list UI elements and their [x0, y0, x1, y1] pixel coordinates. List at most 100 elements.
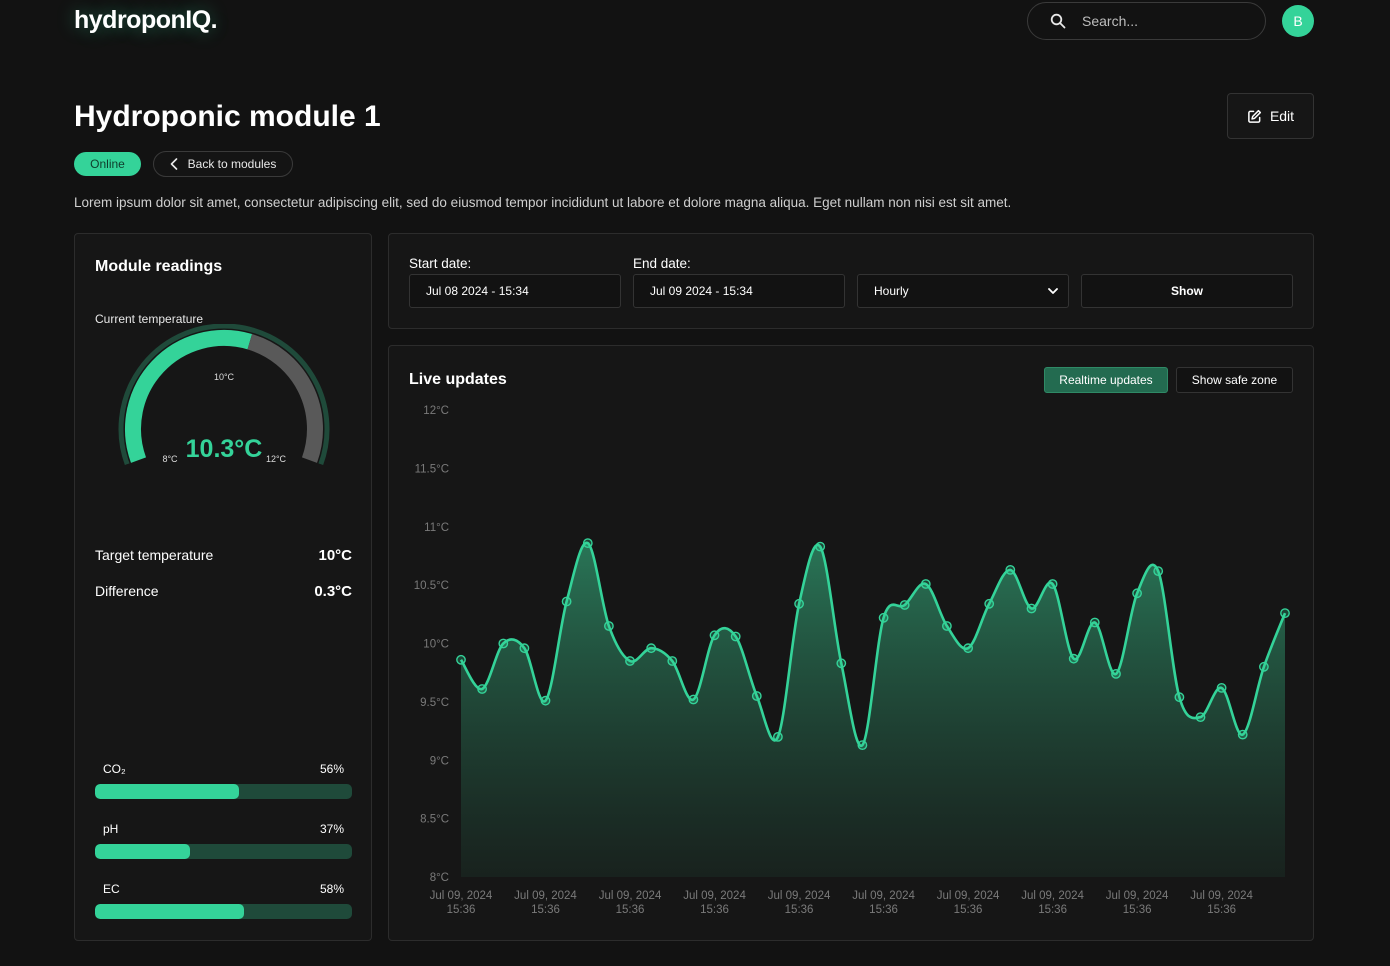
- data-point[interactable]: [1153, 566, 1164, 577]
- target-temperature-label: Target temperature: [95, 547, 214, 563]
- gauge-max-label: 12°C: [266, 454, 287, 464]
- data-point[interactable]: [709, 630, 720, 641]
- data-point[interactable]: [815, 541, 826, 552]
- data-point[interactable]: [456, 654, 466, 665]
- end-date-label: End date:: [633, 256, 691, 271]
- data-point[interactable]: [1089, 617, 1100, 628]
- search-input[interactable]: [1082, 13, 1242, 29]
- data-point[interactable]: [498, 638, 509, 649]
- interval-select[interactable]: Hourly: [857, 274, 1069, 308]
- co2-meter: CO₂ 56%: [95, 762, 352, 799]
- x-tick-date-label: Jul 09, 2024: [599, 890, 662, 902]
- ph-label: pH: [103, 822, 119, 836]
- status-badge: Online: [74, 152, 141, 176]
- data-point[interactable]: [688, 694, 699, 705]
- data-point[interactable]: [1068, 653, 1079, 664]
- data-point[interactable]: [794, 598, 804, 609]
- x-tick-date-label: Jul 09, 2024: [937, 890, 1000, 902]
- ec-meter: EC 58%: [95, 882, 352, 919]
- target-temperature-value: 10°C: [318, 547, 352, 564]
- data-point[interactable]: [519, 643, 530, 654]
- data-point[interactable]: [1216, 682, 1227, 693]
- x-tick-time-label: 15:36: [785, 904, 814, 916]
- data-point[interactable]: [1111, 668, 1121, 679]
- data-point[interactable]: [667, 656, 678, 666]
- data-point[interactable]: [857, 740, 868, 750]
- data-point[interactable]: [899, 600, 910, 610]
- y-tick-label: 11°C: [424, 522, 449, 534]
- data-point[interactable]: [1026, 603, 1037, 614]
- data-point[interactable]: [1174, 692, 1185, 703]
- back-button-label: Back to modules: [187, 157, 277, 171]
- search-icon: [1050, 13, 1066, 29]
- edit-button[interactable]: Edit: [1227, 93, 1314, 139]
- data-point[interactable]: [603, 621, 614, 631]
- data-point[interactable]: [540, 695, 551, 706]
- data-point[interactable]: [751, 691, 762, 701]
- data-point[interactable]: [730, 631, 741, 642]
- module-readings-title: Module readings: [95, 258, 223, 275]
- data-point[interactable]: [625, 656, 635, 666]
- data-point[interactable]: [561, 596, 572, 607]
- gauge-mid-label: 10°C: [214, 372, 235, 382]
- show-button[interactable]: Show: [1081, 274, 1293, 308]
- gauge-min-label: 8°C: [162, 454, 178, 464]
- start-date-label: Start date:: [409, 256, 472, 271]
- x-tick-time-label: 15:36: [616, 904, 645, 916]
- live-updates-card: Live updates Realtime updates Show safe …: [388, 345, 1314, 941]
- x-tick-time-label: 15:36: [531, 904, 560, 916]
- x-tick-date-label: Jul 09, 2024: [514, 890, 577, 902]
- data-point[interactable]: [582, 538, 593, 549]
- co2-bar-fill: [95, 784, 239, 799]
- gauge-value: 10.3°C: [186, 435, 263, 463]
- target-temperature-row: Target temperature 10°C: [95, 547, 352, 564]
- data-point[interactable]: [646, 643, 657, 654]
- data-point[interactable]: [963, 643, 973, 654]
- x-tick-time-label: 15:36: [447, 904, 476, 916]
- y-tick-label: 12°C: [423, 405, 449, 417]
- co2-label: CO₂: [103, 762, 126, 776]
- temperature-chart: 12°C 11.5°C 11°C 10.5°C 10°C 9.5°C 9°C 8.5°C 8°C…: [414, 405, 1290, 916]
- user-avatar[interactable]: B: [1282, 5, 1314, 37]
- data-point[interactable]: [1280, 608, 1290, 618]
- search-bar[interactable]: [1027, 2, 1266, 40]
- y-tick-label: 8.5°C: [420, 814, 449, 826]
- data-point[interactable]: [984, 598, 995, 609]
- temperature-gauge: 10°C 8°C 12°C 10.3°C: [118, 324, 330, 466]
- x-tick-time-label: 15:36: [700, 904, 729, 916]
- y-tick-label: 9.5°C: [420, 697, 449, 709]
- co2-bar-track: [95, 784, 352, 799]
- start-date-input[interactable]: Jul 08 2024 - 15:34: [409, 274, 621, 308]
- x-tick-time-label: 15:36: [869, 904, 898, 916]
- data-point[interactable]: [1237, 729, 1248, 740]
- edit-button-label: Edit: [1269, 108, 1295, 124]
- data-point[interactable]: [1195, 712, 1206, 722]
- difference-row: Difference 0.3°C: [95, 583, 352, 600]
- data-point[interactable]: [1132, 588, 1142, 599]
- x-tick-date-label: Jul 09, 2024: [1190, 890, 1253, 902]
- end-date-input[interactable]: Jul 09 2024 - 15:34: [633, 274, 845, 308]
- data-point[interactable]: [836, 658, 847, 669]
- ec-percent: 58%: [319, 882, 344, 896]
- app-logo[interactable]: hydroponIQ.: [74, 6, 218, 35]
- module-readings-card: Module readings Current temperature 10°C…: [74, 233, 372, 941]
- x-axis: Jul 09, 2024 15:36 Jul 09, 2024 15:36 Jul 09…: [430, 890, 1254, 916]
- chevron-left-icon: [170, 158, 177, 170]
- x-tick-date-label: Jul 09, 2024: [1021, 890, 1084, 902]
- temperature-area: [461, 542, 1285, 877]
- data-point[interactable]: [920, 579, 931, 589]
- page-title: Hydroponic module 1: [74, 100, 381, 133]
- y-axis: 12°C 11.5°C 11°C 10.5°C 10°C 9.5°C 9°C 8.5°C 8°C: [414, 405, 449, 884]
- data-point[interactable]: [1005, 564, 1016, 575]
- ph-bar-track: [95, 844, 352, 859]
- data-point[interactable]: [477, 684, 488, 694]
- back-to-modules-button[interactable]: Back to modules: [153, 151, 293, 177]
- data-point[interactable]: [1259, 661, 1269, 672]
- data-point[interactable]: [942, 621, 952, 631]
- y-tick-label: 10.5°C: [414, 580, 449, 592]
- edit-icon: [1248, 109, 1261, 123]
- date-filter-card: Start date: Jul 08 2024 - 15:34 End date…: [388, 233, 1314, 329]
- data-point[interactable]: [1047, 579, 1058, 589]
- data-point[interactable]: [772, 731, 783, 742]
- data-point[interactable]: [878, 612, 889, 623]
